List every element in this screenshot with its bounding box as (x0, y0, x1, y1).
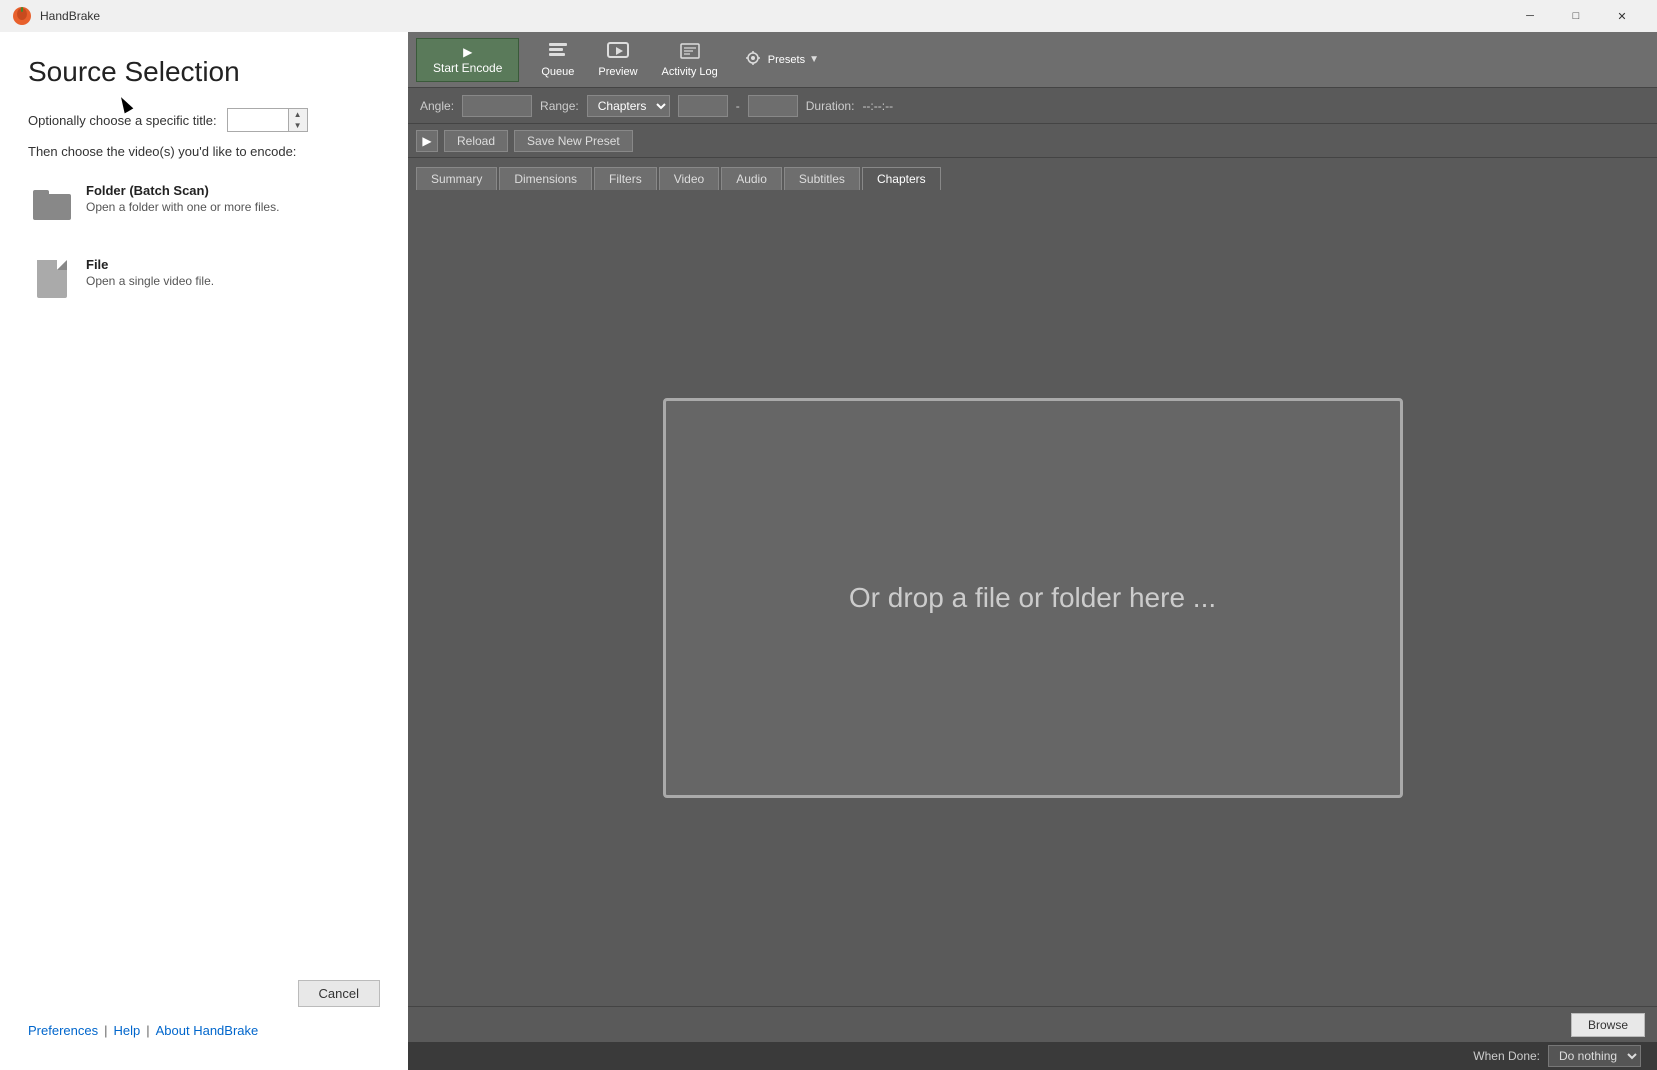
presets-label: Presets (768, 54, 805, 66)
drop-zone-text: Or drop a file or folder here ... (849, 582, 1216, 614)
angle-input[interactable] (462, 95, 532, 117)
queue-label: Queue (541, 66, 574, 78)
queue-icon (547, 42, 569, 64)
app-logo (12, 6, 32, 26)
tab-video[interactable]: Video (659, 167, 719, 190)
spinbox-buttons: ▲ ▼ (288, 109, 307, 131)
duration-value: --:--:-- (862, 99, 893, 113)
range-label: Range: (540, 99, 579, 113)
file-option-title: File (86, 257, 214, 272)
tab-audio[interactable]: Audio (721, 167, 782, 190)
footer-links: Preferences | Help | About HandBrake (28, 1023, 380, 1038)
drop-zone-container: Or drop a file or folder here ... (408, 190, 1657, 1006)
start-encode-label: Start Encode (433, 61, 502, 75)
toolbar: ▶ Start Encode Queue (408, 32, 1657, 88)
main-container: Source Selection Optionally choose a spe… (0, 32, 1657, 1070)
range-dash: - (736, 99, 740, 113)
source-selection-panel: Source Selection Optionally choose a spe… (0, 32, 408, 1070)
preview-button[interactable]: Preview (588, 38, 647, 82)
tab-subtitles[interactable]: Subtitles (784, 167, 860, 190)
when-done-select[interactable]: Do nothing (1548, 1045, 1641, 1067)
reload-button[interactable]: Reload (444, 130, 508, 152)
folder-option[interactable]: Folder (Batch Scan) Open a folder with o… (28, 179, 380, 231)
tabs-bar: Summary Dimensions Filters Video Audio S… (408, 158, 1657, 190)
cancel-row: Cancel (28, 980, 380, 1007)
maximize-button[interactable]: □ (1553, 0, 1599, 32)
source-panel-heading: Source Selection (28, 56, 380, 88)
choose-label: Then choose the video(s) you'd like to e… (28, 144, 380, 159)
file-option-text: File Open a single video file. (86, 257, 214, 288)
folder-option-text: Folder (Batch Scan) Open a folder with o… (86, 183, 279, 214)
preview-label: Preview (598, 66, 637, 78)
preview-icon (607, 42, 629, 64)
chapters-select[interactable]: Chapters (587, 95, 670, 117)
title-row: Optionally choose a specific title: ▲ ▼ (28, 108, 380, 132)
angle-label: Angle: (420, 99, 454, 113)
help-link[interactable]: Help (113, 1023, 140, 1038)
close-button[interactable]: ✕ (1599, 0, 1645, 32)
file-icon (32, 257, 72, 301)
presets-icon (742, 49, 764, 71)
activity-log-icon (679, 42, 701, 64)
bottom-bar: Browse (408, 1006, 1657, 1042)
status-bar: When Done: Do nothing (408, 1042, 1657, 1070)
range-bar: Angle: Range: Chapters - Duration: --:--… (408, 88, 1657, 124)
range-to-input[interactable] (748, 95, 798, 117)
title-spinbox[interactable]: ▲ ▼ (227, 108, 308, 132)
minimize-button[interactable]: ─ (1507, 0, 1553, 32)
range-from-input[interactable] (678, 95, 728, 117)
window-controls: ─ □ ✕ (1507, 0, 1645, 32)
file-option-desc: Open a single video file. (86, 274, 214, 288)
save-new-preset-button[interactable]: Save New Preset (514, 130, 633, 152)
when-done-label: When Done: (1473, 1049, 1540, 1063)
tab-chapters[interactable]: Chapters (862, 167, 941, 190)
cancel-button[interactable]: Cancel (298, 980, 380, 1007)
tab-summary[interactable]: Summary (416, 167, 497, 190)
preferences-link[interactable]: Preferences (28, 1023, 98, 1038)
folder-option-desc: Open a folder with one or more files. (86, 200, 279, 214)
spinbox-down[interactable]: ▼ (289, 120, 307, 131)
duration-label: Duration: (806, 99, 855, 113)
titlebar: HandBrake ─ □ ✕ (0, 0, 1657, 32)
folder-option-title: Folder (Batch Scan) (86, 183, 279, 198)
tab-filters[interactable]: Filters (594, 167, 657, 190)
drop-zone[interactable]: Or drop a file or folder here ... (663, 398, 1403, 798)
sep1: | (104, 1023, 107, 1038)
file-option[interactable]: File Open a single video file. (28, 253, 380, 305)
presets-button[interactable]: Presets ▼ (732, 45, 829, 75)
folder-icon (32, 183, 72, 227)
spinbox-up[interactable]: ▲ (289, 109, 307, 120)
tab-dimensions[interactable]: Dimensions (499, 167, 592, 190)
sep2: | (146, 1023, 149, 1038)
activity-log-label: Activity Log (662, 66, 718, 78)
start-icon: ▶ (463, 45, 472, 59)
activity-log-button[interactable]: Activity Log (652, 38, 728, 82)
hb-main: ▶ Start Encode Queue (408, 32, 1657, 1070)
preset-arrow-button[interactable]: ▶ (416, 130, 438, 152)
title-label: Optionally choose a specific title: (28, 113, 217, 128)
app-title: HandBrake (40, 9, 1507, 23)
queue-button[interactable]: Queue (531, 38, 584, 82)
about-link[interactable]: About HandBrake (156, 1023, 259, 1038)
start-encode-button[interactable]: ▶ Start Encode (416, 38, 519, 82)
title-input[interactable] (228, 109, 288, 131)
presets-dropdown-icon: ▼ (809, 54, 819, 65)
preset-bar: ▶ Reload Save New Preset (408, 124, 1657, 158)
browse-button[interactable]: Browse (1571, 1013, 1645, 1037)
